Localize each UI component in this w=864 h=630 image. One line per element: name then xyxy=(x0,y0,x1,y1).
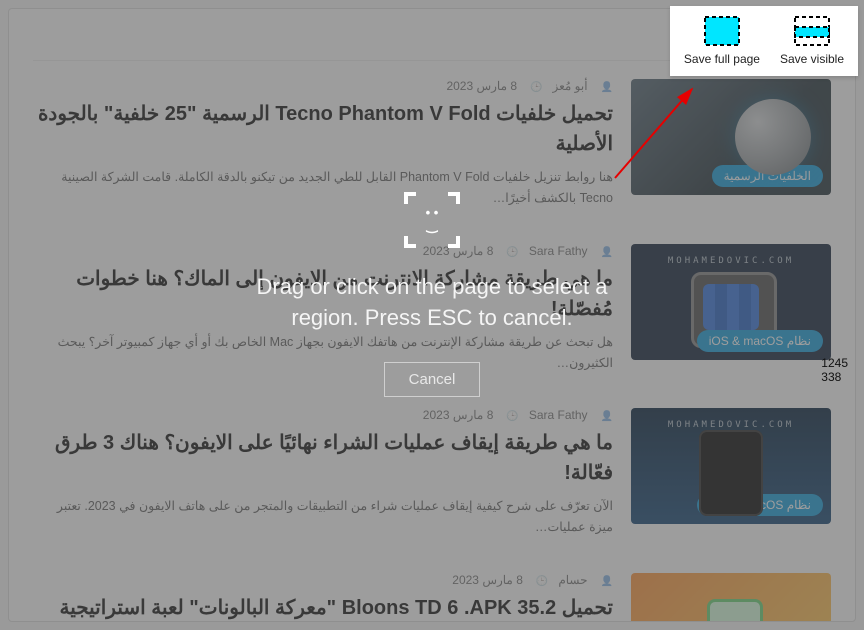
save-full-page-button[interactable]: Save full page xyxy=(684,16,760,66)
page-full-icon xyxy=(704,16,740,46)
save-full-label: Save full page xyxy=(684,52,760,66)
screenshot-prompt: • •‿ Drag or click on the page to select… xyxy=(232,192,632,397)
cursor-coordinates: 1245 338 xyxy=(821,356,848,385)
screenshot-instruction: Drag or click on the page to select a re… xyxy=(232,272,632,334)
save-visible-label: Save visible xyxy=(780,52,844,66)
coord-y: 338 xyxy=(821,370,841,384)
coord-x: 1245 xyxy=(821,356,848,370)
save-visible-button[interactable]: Save visible xyxy=(780,16,844,66)
crosshair-icon: • •‿ xyxy=(404,192,460,248)
cancel-button[interactable]: Cancel xyxy=(384,362,481,397)
page-visible-icon xyxy=(794,16,830,46)
screenshot-save-panel: Save full page Save visible xyxy=(670,6,858,76)
